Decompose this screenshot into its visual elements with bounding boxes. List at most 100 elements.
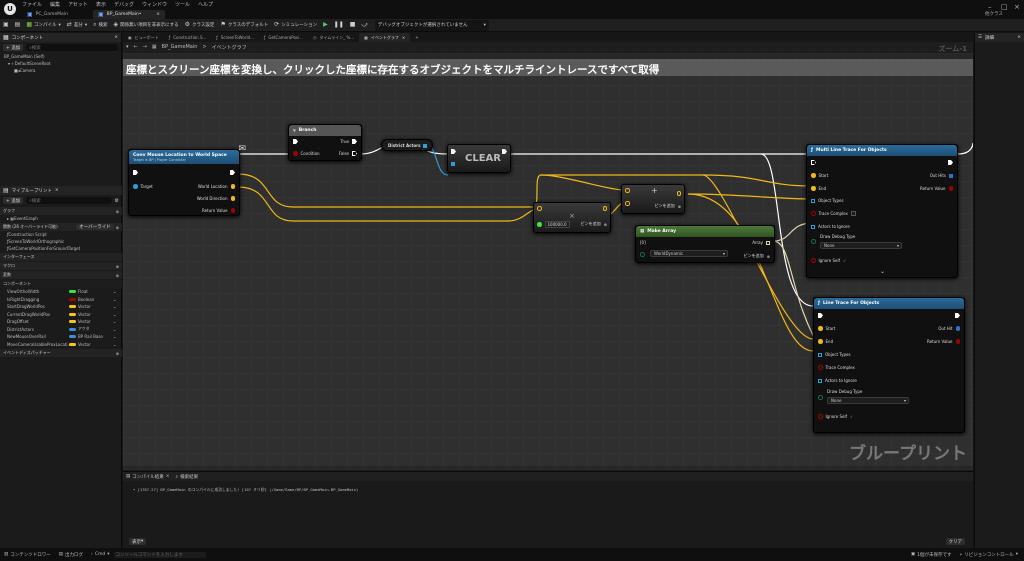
menu-view[interactable]: 表示 bbox=[96, 1, 106, 8]
close-icon[interactable]: × bbox=[1017, 35, 1021, 40]
node-multiply[interactable]: 100000.0 × ピンを追加 ⊕ bbox=[533, 202, 611, 233]
exec-in-pin[interactable] bbox=[293, 139, 298, 144]
category-components[interactable]: コンポーネント bbox=[0, 280, 122, 288]
pause-button[interactable]: ❚❚ bbox=[331, 20, 347, 31]
draw-debug-dropdown[interactable]: None ▾ bbox=[827, 397, 909, 404]
variable-type[interactable]: アクタ bbox=[69, 326, 113, 332]
trace-complex-pin[interactable]: Trace Complex bbox=[811, 211, 856, 216]
my-blueprint-search-input[interactable]: ⌕ 検索 bbox=[26, 197, 112, 204]
out-hit-pin[interactable]: Out Hit bbox=[938, 326, 960, 331]
revision-control-button[interactable]: ⑂ リビジョンコントロール ▾ bbox=[960, 552, 1018, 558]
menu-edit[interactable]: 編集 bbox=[50, 1, 60, 8]
close-icon[interactable]: × bbox=[55, 188, 59, 193]
variable-item[interactable]: NewMouseOverRail BP Rail Base ⌄ bbox=[0, 333, 122, 341]
search-button[interactable]: ⌕ 検索 bbox=[90, 20, 110, 31]
category-interfaces[interactable]: インターフェース bbox=[0, 253, 122, 261]
category-functions[interactable]: 関数 (26 オーバーライド可能) オーバーライド ⊕ bbox=[0, 223, 122, 231]
function-item[interactable]: ƒ GetCameraPositionForGroundTarget bbox=[0, 245, 122, 252]
exec-in-pin[interactable] bbox=[818, 313, 823, 318]
world-location-pin[interactable]: World Location bbox=[198, 184, 235, 189]
tab-viewport[interactable]: ▣ ビューポート bbox=[123, 33, 164, 42]
chevron-down-icon[interactable]: ⌄ bbox=[113, 312, 116, 317]
tab-find-results[interactable]: ⌕ 検索結果 bbox=[176, 474, 199, 480]
maximize-icon[interactable]: □ bbox=[1001, 3, 1008, 11]
variable-type[interactable]: Boolean bbox=[69, 297, 113, 302]
variable-type[interactable]: Vector bbox=[69, 342, 113, 347]
variable-item[interactable]: ViewOrthoWidth Float ⌄ bbox=[0, 288, 122, 296]
grid-icon[interactable]: ▦ bbox=[152, 44, 157, 50]
chevron-down-icon[interactable]: ⌄ bbox=[113, 297, 116, 302]
menu-window[interactable]: ウィンドウ bbox=[142, 1, 167, 8]
add-member-button[interactable]: + 追加 bbox=[3, 197, 24, 204]
array-in-pin[interactable] bbox=[451, 162, 455, 166]
variable-item[interactable]: MoveCameraUsableProxLocati... Vector ⌄ bbox=[0, 341, 122, 349]
variable-item[interactable]: StartDragWorldPos Vector ⌄ bbox=[0, 303, 122, 311]
vector-in-pin[interactable] bbox=[537, 206, 542, 211]
end-pin[interactable]: End bbox=[811, 186, 826, 191]
exec-in-pin[interactable] bbox=[133, 170, 138, 175]
index-0-pin[interactable]: [0] bbox=[640, 240, 646, 245]
float-in-pin[interactable]: 100000.0 bbox=[537, 221, 570, 228]
unsaved-indicator[interactable]: ▣ 1個が未保存です bbox=[911, 552, 952, 558]
clear-log-button[interactable]: クリア bbox=[945, 538, 965, 545]
filter-dropdown[interactable]: 表示 ▾ bbox=[129, 538, 147, 545]
category-variables[interactable]: 変数 ⊕ bbox=[0, 271, 122, 279]
graph-menu-icon[interactable]: ▾ bbox=[126, 44, 129, 50]
trace-complex-pin[interactable]: Trace Complex bbox=[818, 365, 855, 370]
category-graphs[interactable]: グラフ ⊕ bbox=[0, 207, 122, 215]
out-hits-pin[interactable]: Out Hits bbox=[930, 173, 953, 178]
exec-in-pin[interactable] bbox=[451, 149, 456, 154]
close-icon[interactable]: × bbox=[402, 35, 405, 40]
node-clear[interactable]: CLEAR bbox=[447, 144, 511, 173]
add-pin-button[interactable]: ピンを追加 ⊕ bbox=[655, 203, 681, 209]
add-circle-icon[interactable]: ⊕ bbox=[116, 273, 119, 278]
add-circle-icon[interactable]: ⊕ bbox=[116, 351, 119, 356]
node-conv-mouse-location[interactable]: Conv Mouse Location to World Space Targe… bbox=[128, 144, 246, 216]
chevron-down-icon[interactable]: ⌄ bbox=[113, 289, 116, 294]
start-pin[interactable]: Start bbox=[811, 173, 828, 178]
trace-complex-checkbox[interactable] bbox=[850, 211, 856, 216]
output-log-button[interactable]: ▤ 出力ログ bbox=[59, 552, 83, 558]
components-search-input[interactable]: ⌕ 検索 bbox=[26, 44, 118, 51]
category-event-dispatchers[interactable]: イベントディスパッチャー ⊕ bbox=[0, 349, 122, 357]
exec-in-pin[interactable] bbox=[811, 160, 816, 165]
unreal-logo-icon[interactable]: U bbox=[4, 3, 16, 15]
hide-unrelated-button[interactable]: ◈ 関係無い項目を非表示にする bbox=[110, 20, 181, 31]
component-item-camera[interactable]: ■◂ Camera bbox=[0, 67, 121, 74]
variable-item[interactable]: DragOffset Vector ⌄ bbox=[0, 318, 122, 326]
menu-tools[interactable]: ツール bbox=[175, 1, 190, 8]
false-pin[interactable]: False bbox=[339, 151, 357, 156]
graph-canvas[interactable]: 座標とスクリーン座標を変換し、クリックした座標に存在するオブジェクトをマルチライ… bbox=[123, 53, 973, 470]
chevron-down-icon[interactable]: ⌄ bbox=[113, 304, 116, 309]
add-circle-icon[interactable]: ⊕ bbox=[116, 209, 119, 214]
ignore-self-pin[interactable]: Ignore Self ✓ bbox=[811, 258, 846, 263]
variable-type[interactable]: BP Rail Base bbox=[69, 334, 113, 339]
chevron-down-icon[interactable]: ⌄ bbox=[113, 327, 116, 332]
vector-b-pin[interactable] bbox=[625, 201, 630, 206]
class-defaults-button[interactable]: ⚑ クラスのデフォルト bbox=[217, 20, 271, 31]
compile-button[interactable]: ▦ コンパイル ▾ bbox=[23, 20, 63, 31]
variable-type[interactable]: Vector bbox=[69, 312, 113, 317]
doc-tab-pc-gamemain[interactable]: ▣ PC_GameMain bbox=[22, 10, 90, 19]
array-out-pin[interactable]: Array bbox=[752, 240, 770, 245]
draw-debug-pin[interactable] bbox=[818, 395, 823, 400]
console-input[interactable]: コンソールコマンドを入力します bbox=[113, 551, 206, 558]
override-dropdown[interactable]: オーバーライド bbox=[76, 224, 114, 230]
variable-item[interactable]: IsRightDragging Boolean ⌄ bbox=[0, 296, 122, 304]
enum-pin[interactable] bbox=[640, 252, 645, 257]
actors-ignore-pin[interactable]: Actors to Ignore bbox=[818, 378, 857, 383]
browse-icon[interactable]: ▤ bbox=[12, 20, 24, 31]
add-pin-button[interactable]: ピンを追加 ⊕ bbox=[581, 221, 607, 227]
variable-item[interactable]: DistrictActors アクタ ⌄ bbox=[0, 326, 122, 334]
node-district-actors[interactable]: District Actors bbox=[381, 139, 433, 151]
stop-button[interactable]: ■ bbox=[347, 20, 359, 31]
vector-out-pin[interactable] bbox=[602, 206, 607, 211]
exec-out-pin[interactable] bbox=[955, 313, 960, 318]
object-types-pin[interactable]: Object Types bbox=[811, 198, 844, 203]
node-make-array[interactable]: ▦ Make Array [0] Array WorldDynamic ▾ ピンを追… bbox=[635, 225, 775, 263]
true-pin[interactable]: True bbox=[341, 139, 357, 144]
close-icon[interactable]: × bbox=[114, 35, 118, 40]
tab-compiler-results[interactable]: ▤ コンパイル結果 × bbox=[126, 474, 170, 480]
component-item-self[interactable]: BP_GameMain (Self) bbox=[0, 53, 121, 60]
tab-screen-to-world[interactable]: ƒ ScreenToWorld... bbox=[211, 33, 259, 42]
